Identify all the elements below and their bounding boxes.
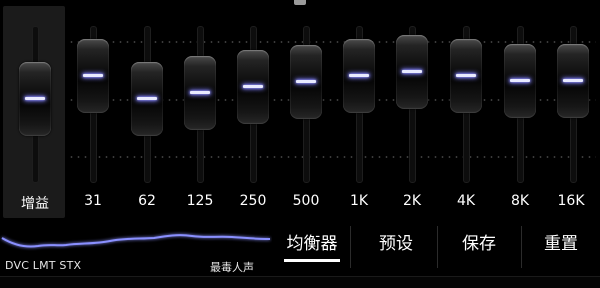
band-slider-knob[interactable] <box>396 35 428 109</box>
bottom-bar <box>0 276 600 288</box>
band-slider-knob[interactable] <box>77 39 109 113</box>
equalizer-screen: 增益 31 62 125 250 500 1K 2K 4K 8K 16K DVC… <box>0 0 600 288</box>
band-slider-knob[interactable] <box>343 39 375 113</box>
knob-indicator <box>83 74 103 77</box>
band-slider-knob[interactable] <box>557 44 589 118</box>
current-preset-name: 最毒人声 <box>210 261 254 274</box>
band-slider-knob[interactable] <box>450 39 482 113</box>
tab-save[interactable]: 保存 <box>449 230 509 264</box>
band-label-62: 62 <box>138 193 156 209</box>
equalizer-panel: 增益 31 62 125 250 500 1K 2K 4K 8K 16K <box>0 0 600 220</box>
tab-reset-label: 重置 <box>544 234 578 254</box>
band-slider-knob[interactable] <box>504 44 536 118</box>
active-tab-indicator <box>284 259 340 262</box>
tab-equalizer-label: 均衡器 <box>286 234 338 254</box>
band-label-125: 125 <box>186 193 214 209</box>
effects-status: DVC LMT STX <box>5 259 82 272</box>
band-slider-knob[interactable] <box>290 45 322 119</box>
tab-reset[interactable]: 重置 <box>531 230 591 264</box>
band-label-4k: 4K <box>456 193 476 209</box>
band-label-31: 31 <box>84 193 102 209</box>
gain-label: 增益 <box>21 196 49 212</box>
band-slider-knob[interactable] <box>184 56 216 130</box>
tab-divider <box>521 226 522 268</box>
tab-presets[interactable]: 预设 <box>366 230 426 264</box>
gain-knob-indicator <box>25 97 45 100</box>
band-label-2k: 2K <box>402 193 422 209</box>
knob-indicator <box>456 74 476 77</box>
knob-indicator <box>510 79 530 82</box>
tab-save-label: 保存 <box>462 234 496 254</box>
tab-equalizer[interactable]: 均衡器 <box>280 230 344 264</box>
band-label-1k: 1K <box>349 193 369 209</box>
knob-indicator <box>563 79 583 82</box>
gain-slider-knob[interactable] <box>19 62 51 136</box>
knob-indicator <box>402 70 422 73</box>
tab-divider <box>437 226 438 268</box>
tab-presets-label: 预设 <box>379 234 413 254</box>
tab-divider <box>350 226 351 268</box>
band-slider-knob[interactable] <box>131 62 163 136</box>
band-label-500: 500 <box>292 193 320 209</box>
knob-indicator <box>137 97 157 100</box>
knob-indicator <box>349 74 369 77</box>
knob-indicator <box>190 91 210 94</box>
band-slider-knob[interactable] <box>237 50 269 124</box>
knob-indicator <box>296 80 316 83</box>
knob-indicator <box>243 85 263 88</box>
band-label-16k: 16K <box>557 193 585 209</box>
band-label-250: 250 <box>239 193 267 209</box>
eq-curve-line <box>1 234 271 248</box>
